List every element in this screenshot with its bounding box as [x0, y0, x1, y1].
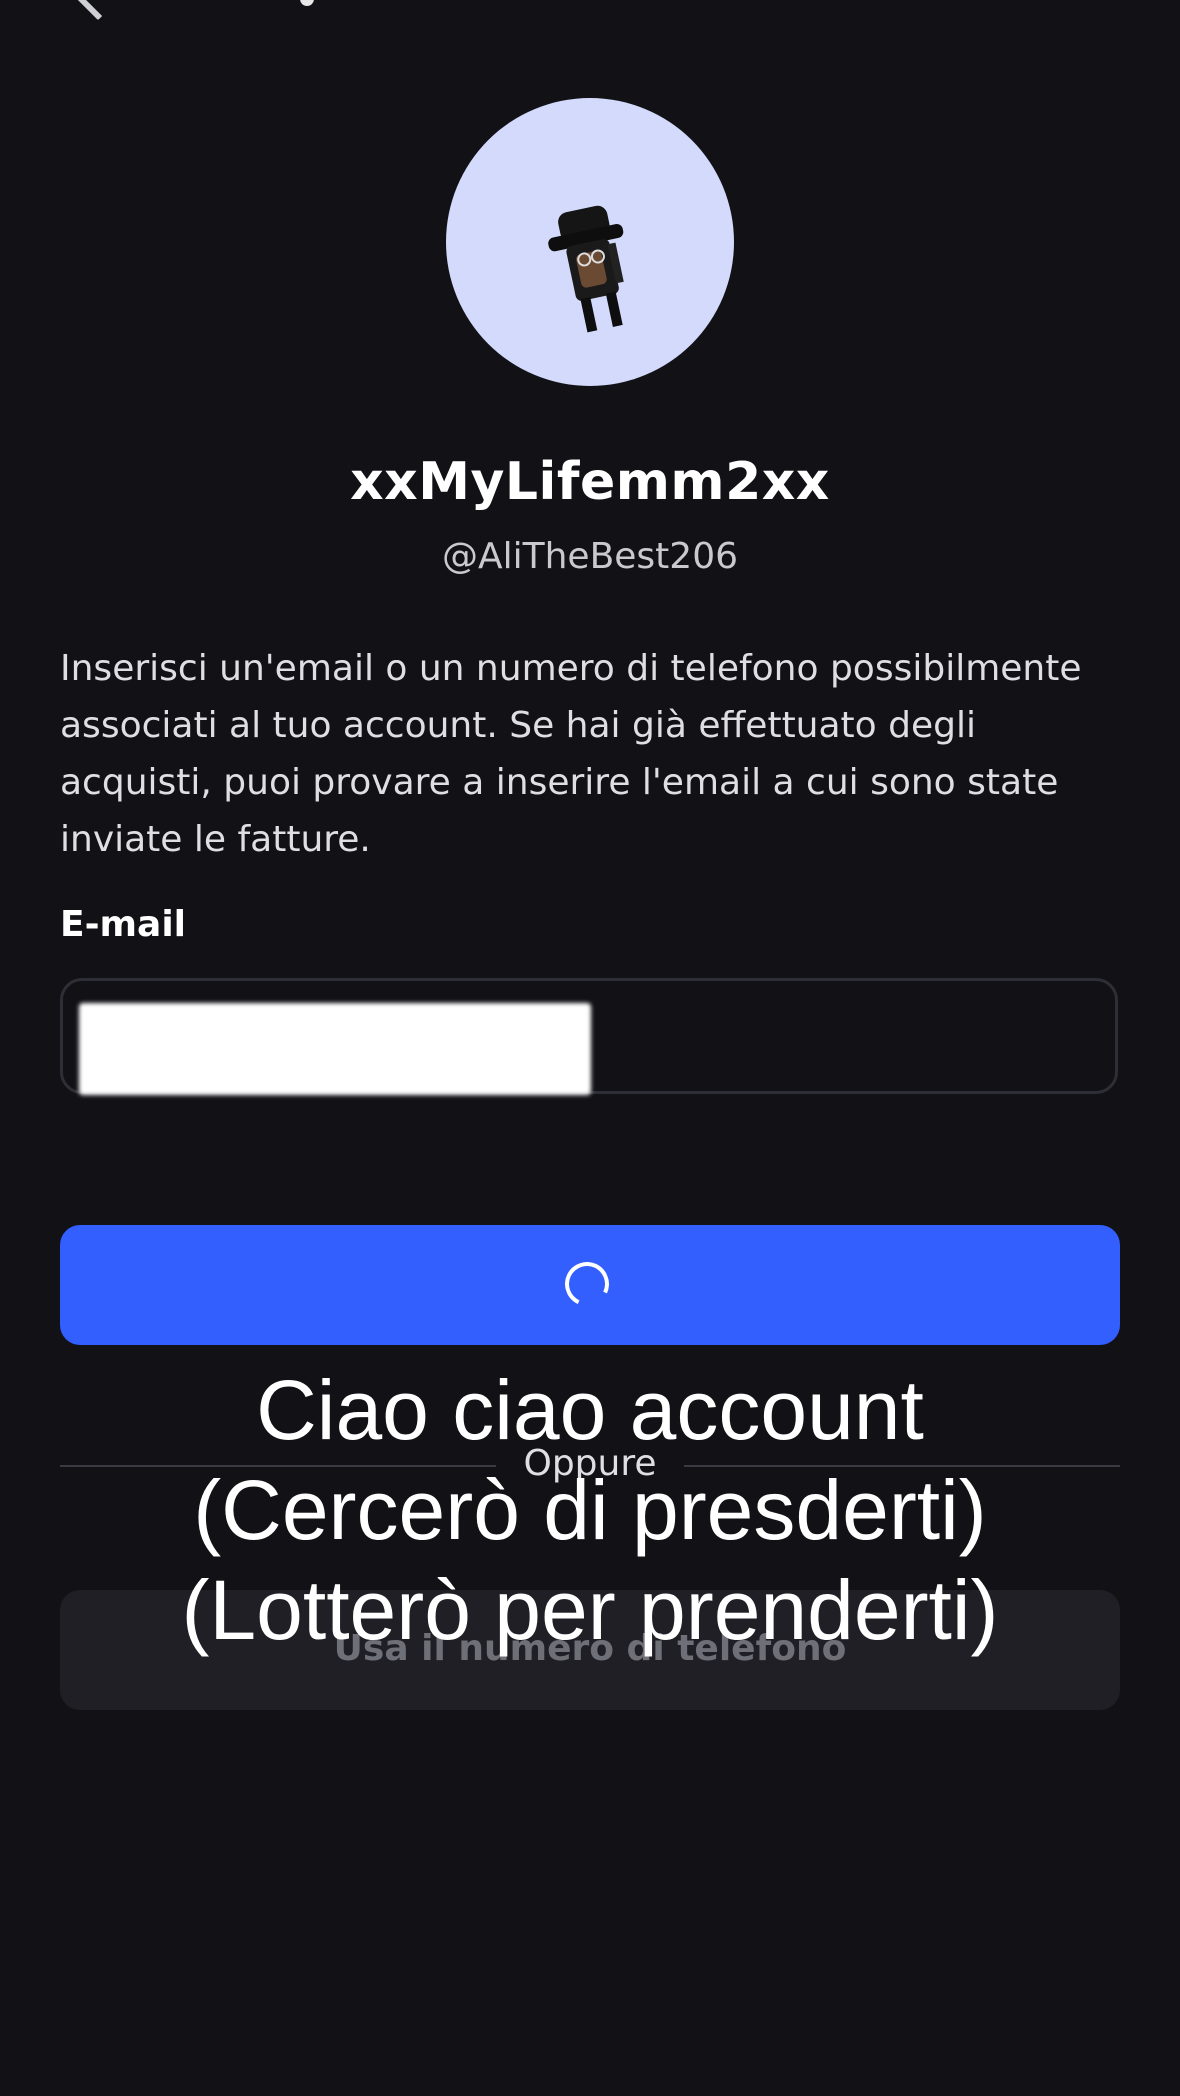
header-title-fragment [300, 0, 314, 6]
email-input[interactable] [63, 981, 1115, 1091]
avatar [446, 98, 734, 386]
email-field-label: E-mail [60, 904, 187, 945]
caption-line: (Lotterò per prenderti) [181, 1563, 999, 1657]
display-name: xxMyLifemm2xx [350, 452, 830, 512]
instructions-text: Inserisci un'email o un numero di telefo… [60, 648, 1082, 860]
caption-line: Ciao ciao account [256, 1363, 924, 1457]
email-field[interactable] [60, 978, 1118, 1095]
caption-line: (Cercerò di presderti) [193, 1463, 987, 1557]
chevron-left-icon[interactable] [69, 0, 127, 21]
username: @AliTheBest206 [441, 536, 738, 577]
avatar-character-icon [548, 205, 624, 333]
caption-overlay: Ciao ciao account (Cercerò di presderti)… [0, 1360, 1180, 1660]
